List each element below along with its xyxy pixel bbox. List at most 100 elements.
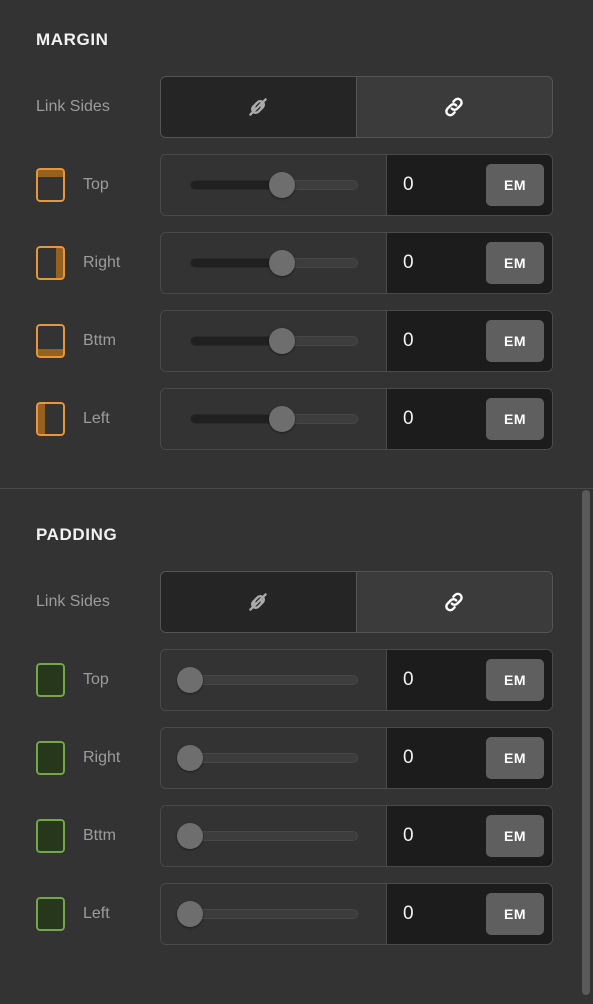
margin-top-value-input[interactable]	[403, 174, 473, 196]
padding-top-unit-button[interactable]: EM	[486, 659, 544, 701]
broken-link-icon	[245, 94, 271, 120]
padding-left-slider[interactable]	[176, 901, 358, 927]
margin-link-sides-row: Link Sides	[0, 68, 593, 146]
broken-link-icon	[245, 589, 271, 615]
margin-left-icon	[36, 402, 65, 436]
padding-bottom-input-cell: EM	[387, 806, 552, 866]
margin-left-slider-cell	[161, 389, 387, 449]
margin-left-label: Left	[83, 410, 110, 427]
margin-section: MARGIN Link Sides Top 0 EM Right 0 EM Bt…	[0, 0, 593, 488]
padding-section-title: PADDING	[36, 525, 118, 544]
padding-left-label: Left	[83, 905, 110, 922]
padding-link-sides-label-cell: Link Sides	[36, 593, 160, 611]
padding-section: PADDING Link Sides Top 0 EM Right 0 EM B…	[0, 489, 593, 953]
spacing-settings-panel: MARGIN Link Sides Top 0 EM Right 0 EM Bt…	[0, 0, 593, 1004]
margin-left-slider[interactable]	[189, 406, 358, 432]
margin-top-unit-button[interactable]: EM	[486, 164, 544, 206]
padding-left-row: Left EM	[0, 875, 593, 953]
padding-left-value-input[interactable]	[403, 903, 473, 925]
padding-top-row: Top EM	[0, 641, 593, 719]
padding-link-sides-row: Link Sides	[0, 563, 593, 641]
padding-right-control: EM	[160, 727, 553, 789]
panel-scrollbar-thumb[interactable]	[582, 490, 590, 995]
margin-link-sides-label-cell: Link Sides	[36, 98, 160, 116]
margin-left-row: Left EM	[0, 380, 593, 458]
padding-right-row: Right EM	[0, 719, 593, 797]
margin-right-label: Right	[83, 254, 121, 271]
margin-top-row: Top EM	[0, 146, 593, 224]
padding-top-input-cell: EM	[387, 650, 552, 710]
margin-top-label: Top	[83, 176, 109, 193]
padding-right-label: Right	[83, 749, 121, 766]
margin-left-control: EM	[160, 388, 553, 450]
padding-bottom-slider[interactable]	[176, 823, 358, 849]
margin-link-sides-button[interactable]	[356, 77, 552, 137]
padding-bottom-label-cell: Bttm	[36, 819, 160, 853]
padding-left-unit-button[interactable]: EM	[486, 893, 544, 935]
padding-bottom-value-input[interactable]	[403, 825, 473, 847]
padding-right-slider[interactable]	[176, 745, 358, 771]
panel-scrollbar[interactable]	[579, 0, 593, 1004]
padding-top-icon	[36, 663, 65, 697]
margin-right-slider-cell	[161, 233, 387, 293]
margin-right-value-input[interactable]	[403, 252, 473, 274]
padding-top-label: Top	[83, 671, 109, 688]
padding-bottom-row: Bttm EM	[0, 797, 593, 875]
padding-link-sides-button[interactable]	[356, 572, 552, 632]
margin-right-label-cell: Right	[36, 246, 160, 280]
link-icon	[441, 94, 467, 120]
margin-left-value-input[interactable]	[403, 408, 473, 430]
margin-top-icon	[36, 168, 65, 202]
padding-left-icon	[36, 897, 65, 931]
margin-right-input-cell: EM	[387, 233, 552, 293]
padding-top-control: EM	[160, 649, 553, 711]
padding-right-unit-button[interactable]: EM	[486, 737, 544, 779]
margin-right-slider[interactable]	[189, 250, 358, 276]
padding-top-label-cell: Top	[36, 663, 160, 697]
padding-right-icon	[36, 741, 65, 775]
margin-bottom-input-cell: EM	[387, 311, 552, 371]
margin-top-input-cell: EM	[387, 155, 552, 215]
padding-right-input-cell: EM	[387, 728, 552, 788]
padding-bottom-unit-button[interactable]: EM	[486, 815, 544, 857]
padding-top-slider-cell	[161, 650, 387, 710]
margin-right-unit-button[interactable]: EM	[486, 242, 544, 284]
margin-left-unit-button[interactable]: EM	[486, 398, 544, 440]
link-icon	[441, 589, 467, 615]
margin-section-title: MARGIN	[36, 30, 109, 49]
margin-bottom-value-input[interactable]	[403, 330, 473, 352]
padding-bottom-slider-cell	[161, 806, 387, 866]
margin-bottom-control: EM	[160, 310, 553, 372]
margin-bottom-row: Bttm EM	[0, 302, 593, 380]
padding-right-label-cell: Right	[36, 741, 160, 775]
margin-left-label-cell: Left	[36, 402, 160, 436]
padding-bottom-label: Bttm	[83, 827, 116, 844]
margin-bottom-unit-button[interactable]: EM	[486, 320, 544, 362]
margin-link-sides-label: Link Sides	[36, 98, 110, 115]
margin-unlink-sides-button[interactable]	[161, 77, 357, 137]
padding-right-value-input[interactable]	[403, 747, 473, 769]
padding-top-value-input[interactable]	[403, 669, 473, 691]
padding-link-sides-label: Link Sides	[36, 593, 110, 610]
padding-bottom-icon	[36, 819, 65, 853]
padding-bottom-control: EM	[160, 805, 553, 867]
padding-top-slider[interactable]	[176, 667, 358, 693]
padding-left-label-cell: Left	[36, 897, 160, 931]
padding-left-slider-cell	[161, 884, 387, 944]
padding-left-control: EM	[160, 883, 553, 945]
margin-right-icon	[36, 246, 65, 280]
padding-link-sides-group	[160, 571, 553, 633]
margin-bottom-label: Bttm	[83, 332, 116, 349]
margin-top-label-cell: Top	[36, 168, 160, 202]
padding-unlink-sides-button[interactable]	[161, 572, 357, 632]
padding-right-slider-cell	[161, 728, 387, 788]
margin-bottom-slider[interactable]	[189, 328, 358, 354]
margin-top-slider[interactable]	[189, 172, 358, 198]
margin-right-control: EM	[160, 232, 553, 294]
margin-bottom-icon	[36, 324, 65, 358]
margin-bottom-label-cell: Bttm	[36, 324, 160, 358]
margin-left-input-cell: EM	[387, 389, 552, 449]
margin-top-slider-cell	[161, 155, 387, 215]
margin-right-row: Right EM	[0, 224, 593, 302]
margin-bottom-slider-cell	[161, 311, 387, 371]
